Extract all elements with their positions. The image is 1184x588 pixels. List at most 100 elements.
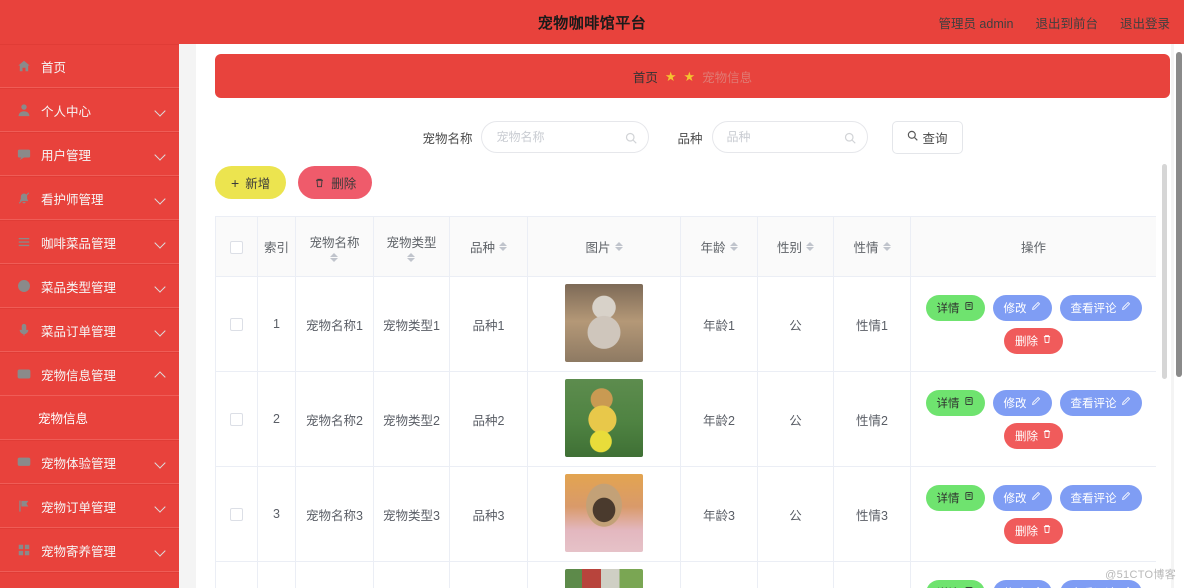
sidebar-item-dish-order-management[interactable]: 菜品订单管理 [0,308,179,352]
sidebar-label-home: 首页 [41,60,67,75]
cell-age: 年龄2 [680,371,758,467]
table-scrollbar-thumb[interactable] [1162,164,1167,379]
edit-button-label: 修改 [1003,492,1027,505]
row-checkbox[interactable] [230,508,243,522]
sort-icon[interactable] [729,242,738,251]
sidebar-item-pet-experience-management[interactable]: 宠物体验管理 [0,440,179,484]
search-icon [844,131,856,144]
th-pet-type[interactable]: 宠物类型 [373,216,450,277]
edit-button[interactable]: 修改 [992,579,1052,588]
th-label-pet-name: 宠物名称 [309,235,360,250]
cell-temperament [833,561,911,588]
add-button[interactable]: + 新增 [215,166,287,199]
detail-button[interactable]: 详情 [925,294,985,321]
admin-user-link[interactable]: 管理员 admin [938,13,1013,32]
batch-delete-button[interactable]: 删除 [298,166,373,199]
detail-button[interactable]: 详情 [925,484,985,511]
delete-row-button[interactable]: 删除 [1004,327,1063,354]
delete-row-button[interactable]: 删除 [1004,422,1063,449]
row-checkbox[interactable] [230,413,243,427]
sidebar-label-pet-experience-management: 宠物体验管理 [41,456,117,471]
delete-row-button-label: 删除 [1015,335,1038,348]
sidebar-item-home[interactable]: 首页 [0,44,179,88]
detail-button-label: 详情 [936,492,960,505]
sidebar-item-pet-order-management[interactable]: 宠物订单管理 [0,484,179,528]
pet-thumbnail[interactable] [565,378,643,457]
breadcrumb-current: 宠物信息 [702,70,753,85]
cell-temperament: 性情1 [833,276,911,372]
sidebar-item-personal-center[interactable]: 个人中心 [0,88,179,132]
trash-icon [1042,524,1052,537]
pet-name-filter-label: 宠物名称 [422,131,473,146]
page-card: 首页 ★ ★ 宠物信息 宠物名称 品种 [196,44,1171,588]
page-scrollbar-thumb[interactable] [1176,52,1182,377]
th-pet-name[interactable]: 宠物名称 [295,216,374,277]
pet-thumbnail[interactable] [565,473,643,552]
th-breed[interactable]: 品种 [449,216,528,277]
breadcrumb: 首页 ★ ★ 宠物信息 [215,54,1170,98]
view-comments-button[interactable]: 查看评论 [1059,389,1142,416]
sidebar-label-pet-order-management: 宠物订单管理 [41,500,117,515]
th-age[interactable]: 年龄 [680,216,758,277]
th-image[interactable]: 图片 [527,216,681,277]
th-temperament[interactable]: 性情 [833,216,911,277]
delete-row-button[interactable]: 删除 [1004,517,1063,544]
pencil-icon [1121,491,1131,504]
th-operations: 操作 [910,216,1156,277]
breadcrumb-home[interactable]: 首页 [633,67,658,86]
view-comments-button[interactable]: 查看评论 [1059,294,1142,321]
row-checkbox[interactable] [230,318,243,332]
edit-button-label: 修改 [1004,585,1027,588]
cell-gender: 公 [757,371,834,467]
detail-button[interactable]: 详情 [925,579,985,588]
pencil-icon [1031,396,1041,409]
sort-icon[interactable] [499,242,507,251]
select-all-checkbox[interactable] [230,240,243,254]
edit-button[interactable]: 修改 [992,389,1052,416]
edit-button[interactable]: 修改 [992,294,1052,321]
th-gender[interactable]: 性别 [757,216,834,277]
sort-icon[interactable] [882,242,891,251]
sort-icon[interactable] [407,252,416,262]
cell-image [527,466,681,562]
view-comments-button[interactable]: 查看评论 [1059,484,1142,511]
breed-input[interactable] [726,130,837,144]
exit-to-front-link[interactable]: 退出到前台 [1035,13,1098,32]
view-comments-button[interactable]: 查看评论 [1059,579,1142,588]
edit-button-label: 修改 [1003,397,1027,410]
sidebar-item-pet-boarding-management[interactable]: 宠物寄养管理 [0,528,179,572]
pet-name-input-wrapper[interactable] [481,121,650,153]
th-label-age: 年龄 [700,241,726,255]
breed-input-wrapper[interactable] [711,121,868,153]
sidebar-subitem-pet-info[interactable]: 宠物信息 [0,396,179,440]
user-icon [16,102,32,118]
view-comments-button-label: 查看评论 [1071,585,1117,588]
cell-index: 3 [257,466,296,562]
cell-age: 年龄3 [680,466,758,562]
pet-name-input[interactable] [496,130,619,144]
pet-thumbnail[interactable] [565,568,643,588]
sidebar-item-coffee-dish-management[interactable]: 咖啡菜品管理 [0,220,179,264]
cell-image [527,371,681,467]
detail-button[interactable]: 详情 [925,389,985,416]
sidebar-item-pet-info-management[interactable]: 宠物信息管理 [0,352,179,396]
query-button[interactable]: 查询 [891,120,963,154]
edit-button[interactable]: 修改 [992,484,1052,511]
detail-button-label: 详情 [936,302,960,315]
logout-link[interactable]: 退出登录 [1120,13,1170,32]
sort-icon[interactable] [330,252,339,262]
th-label-index: 索引 [263,241,289,255]
plus-icon: + [231,174,240,191]
pet-thumbnail[interactable] [565,283,643,362]
sidebar-item-partial-next[interactable] [0,572,179,588]
document-icon [964,301,974,314]
chevron-down-icon [155,236,167,248]
page-scrollbar[interactable] [1174,44,1184,588]
th-label-operations: 操作 [1020,241,1046,255]
sidebar-item-user-management[interactable]: 用户管理 [0,132,179,176]
sidebar-item-dish-type-management[interactable]: 菜品类型管理 [0,264,179,308]
sidebar-item-caretaker-management[interactable]: 看护师管理 [0,176,179,220]
view-comments-button-label: 查看评论 [1070,492,1117,505]
sort-icon[interactable] [614,242,623,251]
sort-icon[interactable] [806,242,814,251]
